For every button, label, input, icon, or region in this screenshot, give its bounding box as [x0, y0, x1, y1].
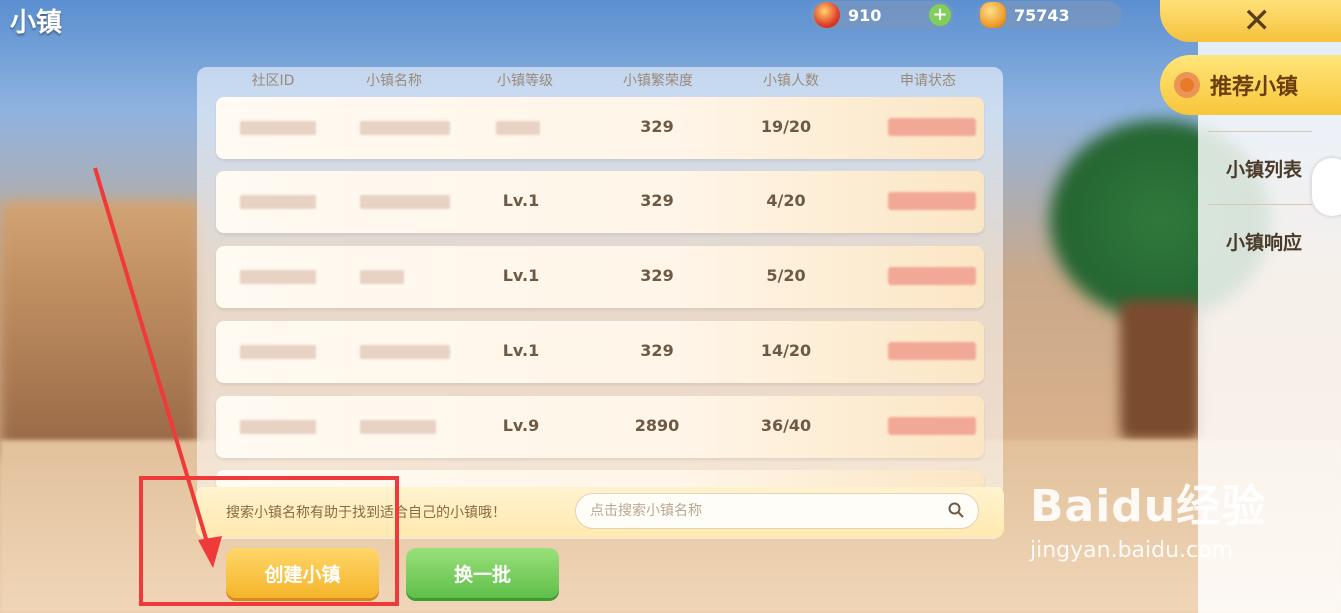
baidu-watermark: Baidu经验 jingyan.baidu.com — [1030, 470, 1266, 563]
watermark-logo: Baidu经验 — [1030, 481, 1267, 532]
watermark-url: jingyan.baidu.com — [1030, 538, 1234, 563]
